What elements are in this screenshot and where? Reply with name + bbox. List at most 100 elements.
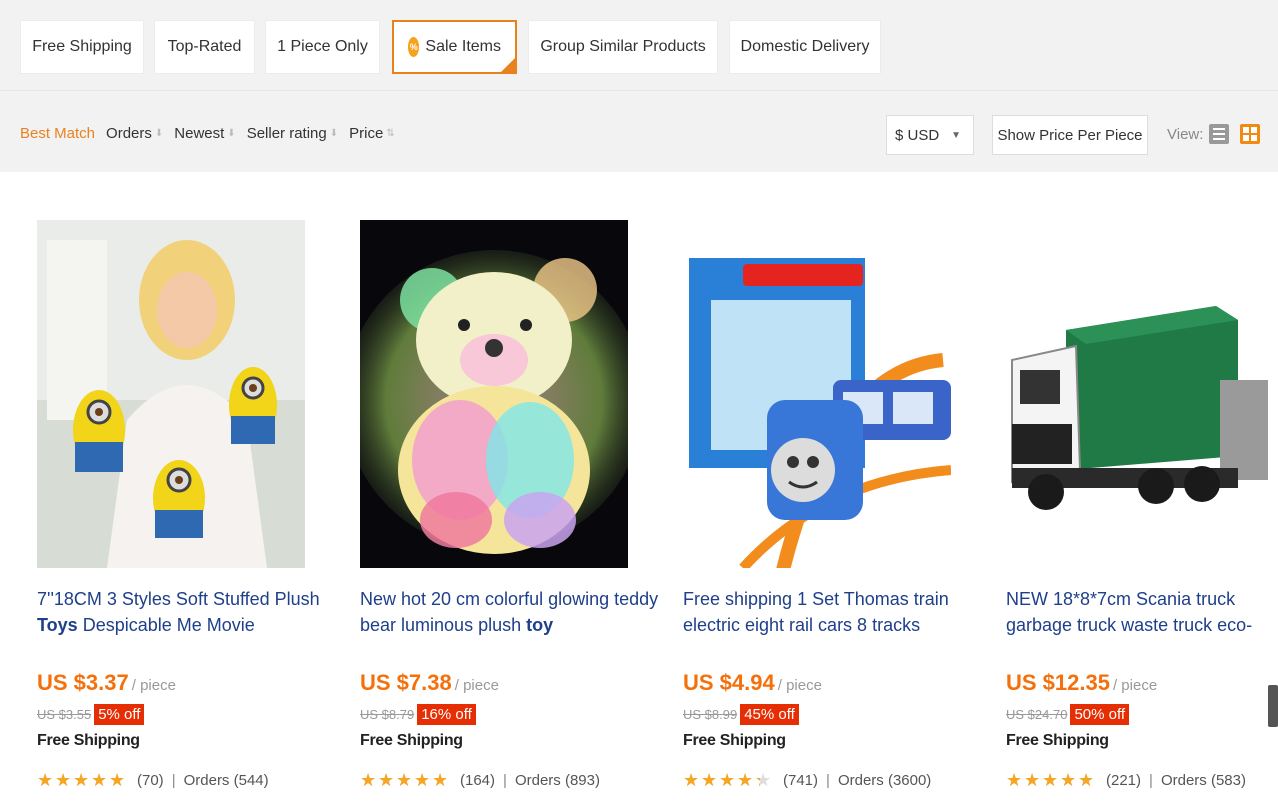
rating-row: ★★★★★★★★★★ (741) | Orders (3600) xyxy=(683,771,931,789)
star-icon: ★★ xyxy=(1060,770,1077,790)
rating-row: ★ ★ ★ ★ ★ ★ ★ ★ ★ ★ (70) | Orders (544) xyxy=(37,771,269,789)
shipping-label: Free Shipping xyxy=(683,732,786,749)
shipping-label: Free Shipping xyxy=(1006,732,1109,749)
sale-tag-icon: % xyxy=(408,37,420,57)
filter-label: Free Shipping xyxy=(32,38,132,55)
product-price: US $3.37 xyxy=(37,670,129,695)
sort-newest[interactable]: Newest ⬇ xyxy=(174,125,235,142)
product-price: US $7.38 xyxy=(360,670,452,695)
filter-label: 1 Piece Only xyxy=(277,38,368,55)
original-price: US $8.99 xyxy=(683,707,738,722)
star-icon: ★★ xyxy=(396,770,413,790)
filter-domestic-delivery-button[interactable]: Domestic Delivery xyxy=(729,20,881,74)
price-unit: / piece xyxy=(454,677,499,694)
star-icon: ★★ xyxy=(719,770,736,790)
star-rating: ★★★★★★★★★★ xyxy=(360,771,450,789)
price-unit: / piece xyxy=(1112,677,1158,694)
original-price-row: US $8.99 45% off xyxy=(683,704,799,725)
view-label: View: xyxy=(1167,126,1204,143)
star-icon: ★★ xyxy=(91,770,108,790)
star-icon: ★★ xyxy=(73,770,90,790)
orders-link[interactable]: Orders (3600) xyxy=(838,772,931,789)
sort-label: Orders xyxy=(106,125,152,142)
product-title-keyword: Toys xyxy=(37,615,78,635)
product-title[interactable]: NEW 18*8*7cm Scania truck garbage truck … xyxy=(1006,586,1268,638)
product-title[interactable]: New hot 20 cm colorful glowing teddy bea… xyxy=(360,586,660,638)
list-view-icon[interactable] xyxy=(1209,124,1229,144)
original-price: US $8.79 xyxy=(360,707,415,722)
currency-select[interactable]: $ USD ▼ xyxy=(886,115,974,155)
product-image[interactable] xyxy=(683,220,951,568)
sort-label: Best Match xyxy=(20,125,96,142)
star-icon: ★★ xyxy=(414,770,431,790)
star-rating: ★★★★★★★★★★ xyxy=(683,771,773,789)
price-row: US $12.35 / piece xyxy=(1006,670,1157,696)
discount-badge: 5% off xyxy=(94,704,145,725)
sort-label: Seller rating xyxy=(246,125,327,142)
product-image[interactable] xyxy=(360,220,628,568)
product-title-keyword: toy xyxy=(526,615,554,635)
shipping-label: Free Shipping xyxy=(37,732,140,749)
sort-label: Price xyxy=(349,125,384,142)
rating-count-link[interactable]: (70) xyxy=(137,772,164,789)
original-price-row: US $3.55 5% off xyxy=(37,704,145,725)
star-icon: ★★ xyxy=(1006,770,1023,790)
product-price: US $12.35 xyxy=(1006,670,1110,695)
product-title-text: New hot 20 cm colorful glowing teddy bea… xyxy=(360,589,659,635)
sort-orders[interactable]: Orders ⬇ xyxy=(106,125,163,142)
separator: | xyxy=(171,771,176,789)
sort-down-arrow-icon: ⬇ xyxy=(227,128,236,139)
filter-one-piece-button[interactable]: 1 Piece Only xyxy=(265,20,380,74)
orders-link[interactable]: Orders (583) xyxy=(1161,772,1246,789)
show-price-per-piece-button[interactable]: Show Price Per Piece xyxy=(992,115,1148,155)
currency-value: $ USD xyxy=(895,126,940,144)
original-price: US $3.55 xyxy=(37,707,92,722)
discount-badge: 50% off xyxy=(1070,704,1130,725)
product-title[interactable]: 7''18CM 3 Styles Soft Stuffed Plush Toys… xyxy=(37,586,337,638)
price-unit: / piece xyxy=(777,677,822,694)
original-price-row: US $24.70 50% off xyxy=(1006,704,1130,725)
product-title-text: NEW 18*8*7cm Scania truck garbage truck … xyxy=(1006,589,1253,635)
separator: | xyxy=(1149,771,1153,789)
filter-sale-items-button[interactable]: % Sale Items xyxy=(392,20,517,74)
sort-price[interactable]: Price ⇅ xyxy=(349,125,395,142)
shipping-label: Free Shipping xyxy=(360,732,463,749)
star-icon: ★★ xyxy=(37,770,54,790)
grid-view-icon[interactable] xyxy=(1240,124,1260,144)
sort-down-arrow-icon: ⬇ xyxy=(154,128,164,139)
original-price: US $24.70 xyxy=(1006,707,1068,722)
caret-down-icon: ▼ xyxy=(951,130,961,141)
star-icon: ★★ xyxy=(755,770,772,790)
product-price: US $4.94 xyxy=(683,670,775,695)
filter-label: Group Similar Products xyxy=(540,38,706,55)
product-image[interactable] xyxy=(1006,220,1268,568)
filter-label: Sale Items xyxy=(425,38,501,55)
separator: | xyxy=(503,771,507,789)
product-image[interactable] xyxy=(37,220,305,568)
rating-count-link[interactable]: (221) xyxy=(1106,772,1141,789)
star-icon: ★★ xyxy=(55,770,72,790)
star-rating: ★★★★★★★★★★ xyxy=(1006,771,1096,789)
filter-group-similar-button[interactable]: Group Similar Products xyxy=(528,20,718,74)
price-row: US $4.94 / piece xyxy=(683,670,822,696)
orders-link[interactable]: Orders (544) xyxy=(184,772,269,789)
sort-best-match[interactable]: Best Match xyxy=(20,125,95,142)
rating-count-link[interactable]: (164) xyxy=(460,772,495,789)
product-title[interactable]: Free shipping 1 Set Thomas train electri… xyxy=(683,586,983,638)
star-icon: ★★ xyxy=(1042,770,1059,790)
product-title-text: Despicable Me Movie xyxy=(77,615,255,635)
scrollbar-thumb[interactable] xyxy=(1268,685,1278,727)
filter-free-shipping-button[interactable]: Free Shipping xyxy=(20,20,144,74)
sort-updown-arrow-icon: ⇅ xyxy=(386,128,395,139)
filter-top-rated-button[interactable]: Top-Rated xyxy=(154,20,255,74)
sort-seller-rating[interactable]: Seller rating ⬇ xyxy=(247,125,338,142)
filter-label: Domestic Delivery xyxy=(740,38,870,55)
orders-link[interactable]: Orders (893) xyxy=(515,772,600,789)
price-unit: / piece xyxy=(131,677,176,694)
star-icon: ★★ xyxy=(683,770,700,790)
rating-count-link[interactable]: (741) xyxy=(783,772,818,789)
star-icon: ★★ xyxy=(1024,770,1041,790)
filter-label: Top-Rated xyxy=(167,38,242,55)
star-icon: ★★ xyxy=(737,770,754,790)
selected-check-icon xyxy=(501,58,515,72)
